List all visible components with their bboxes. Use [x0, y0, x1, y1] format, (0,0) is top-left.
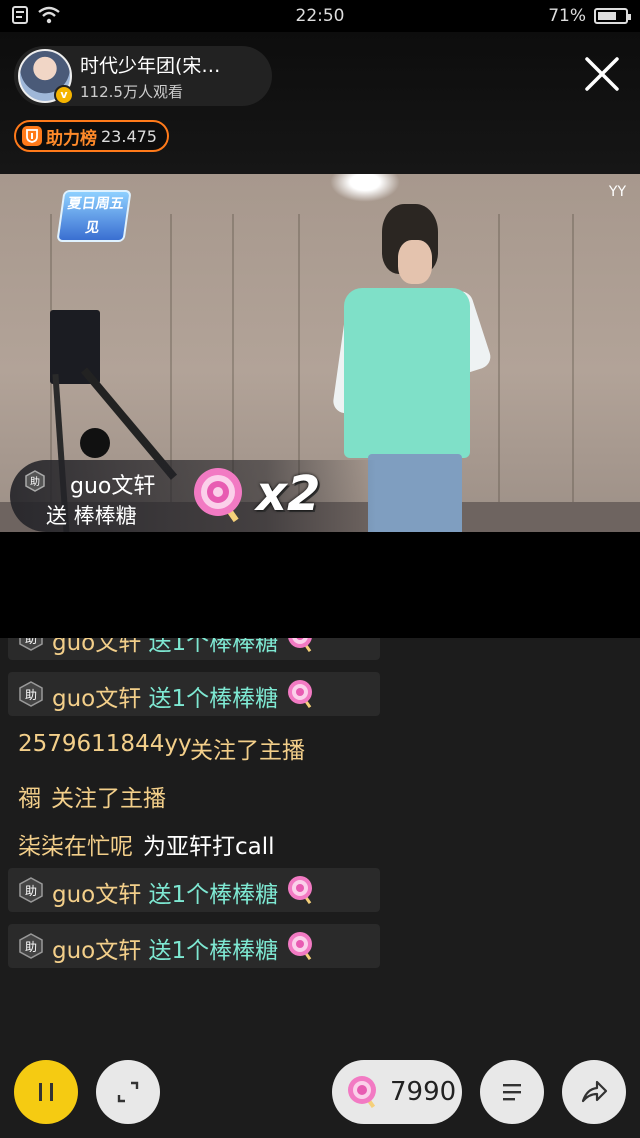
fullscreen-icon — [117, 1081, 139, 1103]
ceiling-light — [330, 174, 400, 202]
mic-stand-base — [80, 428, 110, 458]
battery-icon — [594, 8, 631, 24]
menu-icon — [503, 1084, 521, 1101]
share-icon — [581, 1080, 608, 1103]
show-logo: 夏日周五见 — [56, 190, 132, 242]
performer-jeans — [368, 454, 462, 532]
banner-count: x2 — [256, 466, 321, 522]
helper-badge-icon: 助 — [19, 933, 43, 959]
watermark: YY — [608, 184, 626, 200]
badge-text: 助 — [25, 638, 37, 646]
helper-badge-icon: 助 — [19, 681, 43, 707]
chat-username[interactable]: guo文轩 — [52, 931, 141, 965]
chat-message[interactable]: 2579611844yy 关注了主播 — [0, 724, 640, 768]
fullscreen-button[interactable] — [96, 1060, 160, 1124]
chat-gift-message[interactable]: 助 guo文轩 送1个棒棒糖 — [8, 868, 380, 912]
chat-username[interactable]: 禤 — [18, 779, 41, 813]
chat-text: 关注了主播 — [51, 786, 166, 812]
video-gap — [0, 532, 640, 638]
chat-username[interactable]: guo文轩 — [52, 679, 141, 713]
help-rank-button[interactable]: 助力榜 23.475 — [14, 120, 169, 152]
close-icon[interactable] — [582, 54, 622, 94]
chat-list[interactable]: 助 guo文轩 送1个棒棒糖助 guo文轩 送1个棒棒糖 2579611844yy 关注了主… — [0, 638, 640, 978]
host-name: 时代少年团(宋… — [80, 54, 221, 77]
banner-action: 送 棒棒糖 — [46, 504, 137, 528]
lollipop-icon — [288, 680, 312, 709]
pause-icon — [39, 1083, 53, 1101]
chat-gift-message[interactable]: 助 guo文轩 送1个棒棒糖 — [8, 924, 380, 968]
status-time: 22:50 — [295, 6, 345, 26]
chat-username[interactable]: 柒柒在忙呢 — [18, 827, 133, 861]
lollipop-icon — [288, 638, 312, 653]
viewer-count: 112.5万人观看 — [80, 82, 183, 101]
status-right: 71% — [548, 6, 631, 26]
performer-shirt — [344, 288, 470, 458]
battery-percent: 71% — [548, 6, 586, 26]
badge-text: 助 — [25, 688, 37, 702]
performer-face — [398, 240, 432, 284]
lollipop-icon — [194, 468, 242, 523]
helper-badge-icon: 助 — [25, 470, 45, 492]
rank-value: 23.475 — [101, 126, 157, 146]
rank-label: 助力榜 — [46, 128, 97, 149]
chat-username[interactable]: guo文轩 — [52, 875, 141, 909]
verified-badge-icon: v — [54, 85, 74, 105]
chat-message[interactable]: 禤关注了主播 — [0, 772, 640, 816]
badge-text: 助 — [30, 475, 40, 488]
battery-level — [598, 12, 617, 20]
chat-gift-action: 送1个棒棒糖 — [148, 938, 279, 964]
shield-icon — [22, 126, 42, 146]
wall-panel — [572, 214, 574, 514]
chat-text: 关注了主播 — [190, 738, 305, 764]
chat-message[interactable]: 柒柒在忙呢 为亚轩打call — [0, 820, 640, 864]
lollipop-icon — [288, 876, 312, 905]
helper-badge-icon: 助 — [19, 638, 43, 651]
live-header: v 时代少年团(宋… 112.5万人观看 助力榜 23.475 — [0, 32, 640, 174]
chat-gift-action: 送1个棒棒糖 — [148, 686, 279, 712]
gift-banner: 助 guo文轩 送 棒棒糖 x2 — [10, 460, 376, 532]
chat-username[interactable]: guo文轩 — [52, 638, 141, 657]
share-button[interactable] — [562, 1060, 626, 1124]
lollipop-icon — [348, 1076, 376, 1109]
host-info[interactable]: v 时代少年团(宋… 112.5万人观看 — [14, 46, 272, 106]
gift-button[interactable]: 7990 — [332, 1060, 462, 1124]
banner-user: guo文轩 — [70, 474, 156, 499]
speaker — [50, 310, 100, 384]
chat-gift-action: 送1个棒棒糖 — [148, 882, 279, 908]
gift-count: 7990 — [390, 1077, 457, 1107]
wall-panel — [498, 214, 500, 514]
chat-gift-action: 送1个棒棒糖 — [148, 638, 279, 656]
bottom-bar: 7990 — [0, 1060, 640, 1124]
menu-button[interactable] — [480, 1060, 544, 1124]
status-bar: 22:50 71% — [0, 0, 640, 32]
live-video[interactable]: 夏日周五见 YY 助 guo文轩 送 棒棒糖 x2 — [0, 174, 640, 532]
host-text: 时代少年团(宋… 112.5万人观看 — [80, 51, 220, 102]
chat-username[interactable]: 2579611844yy — [18, 731, 192, 757]
host-avatar[interactable]: v — [18, 49, 74, 105]
badge-text: 助 — [25, 884, 37, 898]
helper-badge-icon: 助 — [19, 877, 43, 903]
pause-button[interactable] — [14, 1060, 78, 1124]
chat-gift-message[interactable]: 助 guo文轩 送1个棒棒糖 — [8, 638, 380, 660]
lollipop-icon — [288, 932, 312, 961]
chat-text: 为亚轩打call — [143, 834, 275, 860]
badge-text: 助 — [25, 940, 37, 954]
chat-gift-message[interactable]: 助 guo文轩 送1个棒棒糖 — [8, 672, 380, 716]
